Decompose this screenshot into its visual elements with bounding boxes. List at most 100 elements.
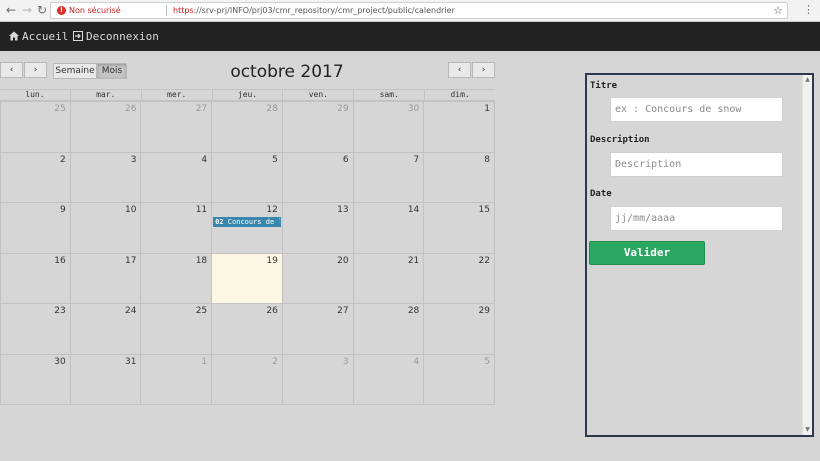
day-number[interactable]: 6 xyxy=(343,155,349,165)
day-cell[interactable]: 14 xyxy=(353,202,425,253)
day-number[interactable]: 8 xyxy=(484,155,490,165)
day-number[interactable]: 25 xyxy=(196,306,207,316)
day-number[interactable]: 29 xyxy=(337,104,348,114)
day-number[interactable]: 29 xyxy=(479,306,490,316)
back-arrow-icon[interactable]: ← xyxy=(4,3,18,17)
day-number[interactable]: 7 xyxy=(414,155,420,165)
submit-button[interactable]: Valider xyxy=(589,241,705,265)
day-cell[interactable]: 30 xyxy=(0,353,71,404)
date-input[interactable] xyxy=(610,206,783,231)
day-number[interactable]: 15 xyxy=(479,205,490,215)
day-cell[interactable]: 24 xyxy=(70,303,142,354)
day-cell[interactable]: 27 xyxy=(141,101,213,152)
day-cell[interactable]: 25 xyxy=(0,101,71,152)
day-cell[interactable]: 26 xyxy=(70,101,142,152)
scroll-up-icon[interactable]: ▲ xyxy=(803,75,812,85)
view-week-button[interactable]: Semaine xyxy=(53,63,97,79)
day-cell[interactable]: 3 xyxy=(282,353,354,404)
panel-scrollbar[interactable]: ▲ ▼ xyxy=(802,75,812,435)
day-cell[interactable]: 29 xyxy=(424,303,495,354)
day-number[interactable]: 19 xyxy=(266,256,277,266)
day-number[interactable]: 1 xyxy=(201,357,207,367)
day-number[interactable]: 4 xyxy=(201,155,207,165)
reload-icon[interactable]: ↻ xyxy=(35,3,49,17)
day-number[interactable]: 13 xyxy=(337,205,348,215)
day-cell[interactable]: 16 xyxy=(0,252,71,303)
day-cell[interactable]: 25 xyxy=(141,303,213,354)
day-cell[interactable]: 28 xyxy=(212,101,283,152)
day-number[interactable]: 21 xyxy=(408,256,419,266)
day-cell[interactable]: 9 xyxy=(0,202,71,253)
day-number[interactable]: 27 xyxy=(337,306,348,316)
day-cell[interactable]: 7 xyxy=(353,151,425,202)
day-cell-today[interactable]: 19 xyxy=(212,252,283,303)
day-number[interactable]: 24 xyxy=(125,306,136,316)
day-number[interactable]: 20 xyxy=(337,256,348,266)
prev-month-button[interactable]: ‹ xyxy=(0,62,23,78)
day-number[interactable]: 30 xyxy=(408,104,419,114)
day-cell[interactable]: 21 xyxy=(353,252,425,303)
day-cell[interactable]: 11 xyxy=(141,202,213,253)
day-cell[interactable]: 30 xyxy=(353,101,425,152)
day-cell[interactable]: 4 xyxy=(141,151,213,202)
day-number[interactable]: 26 xyxy=(125,104,136,114)
nav-logout-link[interactable]: Deconnexion xyxy=(73,30,159,44)
day-cell[interactable]: 17 xyxy=(70,252,142,303)
day-number[interactable]: 11 xyxy=(196,205,207,215)
next-month-button[interactable]: › xyxy=(24,62,47,78)
day-number[interactable]: 31 xyxy=(125,357,136,367)
day-cell[interactable]: 3 xyxy=(70,151,142,202)
day-number[interactable]: 1 xyxy=(484,104,490,114)
day-cell[interactable]: 1 xyxy=(141,353,213,404)
day-number[interactable]: 2 xyxy=(60,155,66,165)
day-cell[interactable]: 13 xyxy=(282,202,354,253)
day-cell[interactable]: 6 xyxy=(282,151,354,202)
day-number[interactable]: 12 xyxy=(266,205,277,215)
day-cell[interactable]: 2 xyxy=(212,353,283,404)
day-number[interactable]: 23 xyxy=(54,306,65,316)
day-number[interactable]: 2 xyxy=(272,357,278,367)
day-cell[interactable]: 12 02 Concours de l xyxy=(212,202,283,253)
scroll-down-icon[interactable]: ▼ xyxy=(803,425,812,435)
day-number[interactable]: 5 xyxy=(272,155,278,165)
prev-button-right[interactable]: ‹ xyxy=(448,62,471,78)
day-cell[interactable]: 29 xyxy=(282,101,354,152)
day-cell[interactable]: 5 xyxy=(212,151,283,202)
day-cell[interactable]: 8 xyxy=(424,151,495,202)
day-number[interactable]: 3 xyxy=(343,357,349,367)
address-bar[interactable]: ! Non sécurisé https://srv-prj/INFO/prj0… xyxy=(50,2,788,19)
day-number[interactable]: 14 xyxy=(408,205,419,215)
day-number[interactable]: 5 xyxy=(484,357,490,367)
day-number[interactable]: 27 xyxy=(196,104,207,114)
day-cell[interactable]: 27 xyxy=(282,303,354,354)
day-number[interactable]: 30 xyxy=(54,357,65,367)
day-number[interactable]: 26 xyxy=(266,306,277,316)
day-number[interactable]: 18 xyxy=(196,256,207,266)
day-number[interactable]: 28 xyxy=(266,104,277,114)
forward-arrow-icon[interactable]: → xyxy=(20,3,34,17)
day-number[interactable]: 22 xyxy=(479,256,490,266)
day-cell[interactable]: 18 xyxy=(141,252,213,303)
day-cell[interactable]: 20 xyxy=(282,252,354,303)
next-button-right[interactable]: › xyxy=(472,62,495,78)
day-cell[interactable]: 10 xyxy=(70,202,142,253)
day-cell[interactable]: 31 xyxy=(70,353,142,404)
calendar-event[interactable]: 02 Concours de l xyxy=(213,217,282,227)
day-cell[interactable]: 5 xyxy=(424,353,495,404)
day-cell[interactable]: 1 xyxy=(424,101,495,152)
day-number[interactable]: 16 xyxy=(54,256,65,266)
browser-menu-icon[interactable]: ⋮ xyxy=(803,3,814,17)
day-number[interactable]: 9 xyxy=(60,205,66,215)
day-number[interactable]: 25 xyxy=(54,104,65,114)
bookmark-star-icon[interactable]: ☆ xyxy=(773,3,783,18)
day-number[interactable]: 28 xyxy=(408,306,419,316)
day-number[interactable]: 17 xyxy=(125,256,136,266)
title-input[interactable] xyxy=(610,97,783,122)
day-cell[interactable]: 4 xyxy=(353,353,425,404)
day-number[interactable]: 4 xyxy=(414,357,420,367)
day-cell[interactable]: 26 xyxy=(212,303,283,354)
description-input[interactable] xyxy=(610,152,783,177)
day-cell[interactable]: 2 xyxy=(0,151,71,202)
nav-home-link[interactable]: Accueil xyxy=(9,30,68,44)
day-number[interactable]: 3 xyxy=(131,155,137,165)
